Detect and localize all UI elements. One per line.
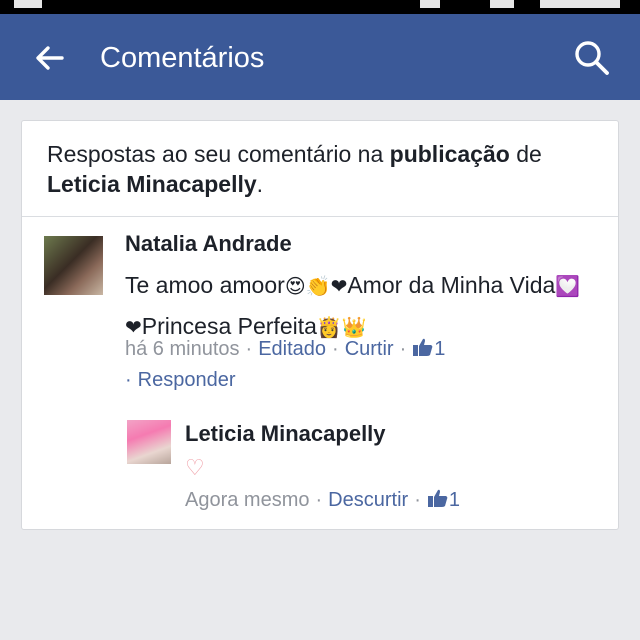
comment-text-a: Te amoo amoor [125,272,285,298]
arrow-left-icon[interactable] [32,40,68,76]
emoji-group: 😍👏❤ [284,276,348,298]
signal-icon [490,0,514,8]
avatar[interactable] [44,236,103,295]
header-end: . [256,171,264,197]
header-user-link[interactable]: Leticia Minacapelly [47,171,257,197]
separator: · [315,489,323,511]
edited-link[interactable]: Editado [258,338,326,360]
header-mid: de [509,141,542,167]
separator: · [332,338,339,360]
comment-text-b: Amor da Minha Vida [347,272,556,298]
separator: · [399,338,407,360]
notification-icon [14,0,42,8]
post-link[interactable]: publicação [390,141,510,167]
app-bar: Comentários [0,14,640,100]
status-bar [0,0,640,14]
divider [22,216,618,217]
comments-card: Respostas ao seu comentário na publicaçã… [21,120,619,530]
timestamp: Agora mesmo [185,489,310,511]
search-icon[interactable] [573,39,611,77]
separator: · [125,369,132,391]
page-title: Comentários [100,42,265,74]
card-header: Respostas ao seu comentário na publicaçã… [47,139,607,199]
separator: · [245,338,253,360]
like-count[interactable]: 1 [449,489,460,511]
clock-icon [540,0,620,8]
alarm-icon [420,0,440,8]
thumbs-up-icon[interactable] [412,337,434,357]
thumbs-up-icon[interactable] [427,488,449,508]
header-prefix: Respostas ao seu comentário na [47,141,390,167]
reply-text: ♡ [185,455,205,480]
avatar[interactable] [127,420,171,464]
like-count[interactable]: 1 [434,338,445,360]
reply-meta: Agora mesmo · Descurtir · 1 [185,487,460,513]
reply-button[interactable]: Responder [138,369,236,391]
timestamp: há 6 minutos [125,338,240,360]
comment-meta: há 6 minutos · Editado · Curtir · 1 [125,336,445,362]
reply-row: · Responder [125,367,236,393]
reply-author[interactable]: Leticia Minacapelly [185,420,386,448]
separator: · [414,489,421,511]
comment-author[interactable]: Natalia Andrade [125,230,292,258]
unlike-button[interactable]: Descurtir [328,489,408,511]
like-button[interactable]: Curtir [345,338,394,360]
